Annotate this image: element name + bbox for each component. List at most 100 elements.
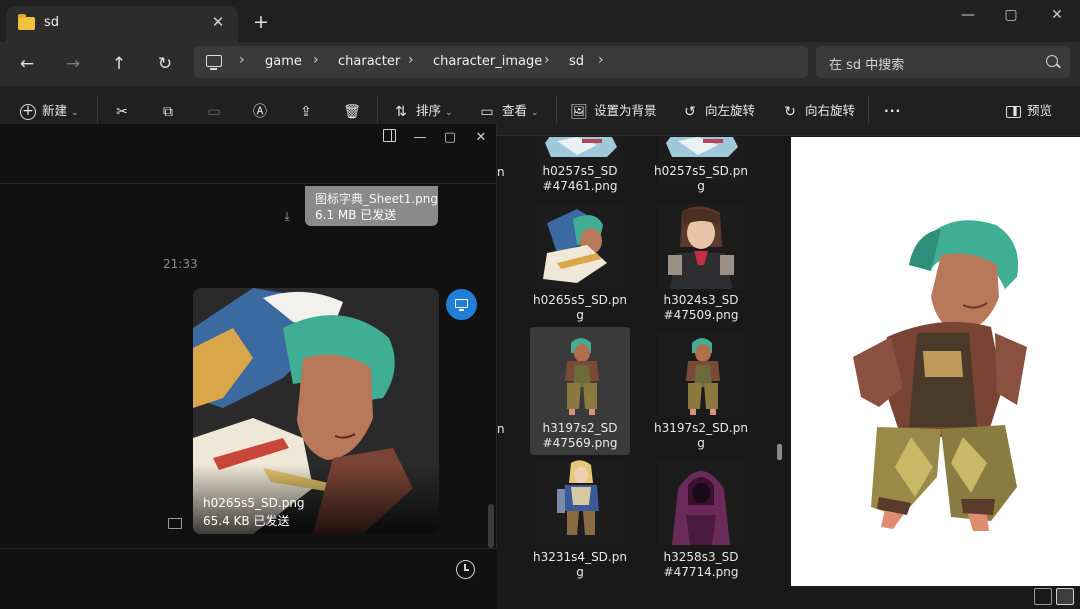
close-window-button[interactable]: ✕ [1042,6,1072,24]
chevron-down-icon: ⌄ [531,108,539,118]
obscured-filename-fragment: n [497,165,505,179]
refresh-button[interactable]: ↻ [151,50,179,78]
chevron-right-icon[interactable]: › [598,52,604,68]
file-item[interactable]: h3024s3_SD #47509.png [651,203,751,331]
back-button[interactable]: ← [13,50,41,78]
up-button[interactable]: ↑ [105,50,133,78]
obscured-filename-fragment: n [497,422,505,436]
file-name: h3231s4_SD.pn g [533,550,627,579]
this-pc-icon[interactable] [206,55,222,70]
image-message-status: 65.4 KB 已发送 [203,514,290,528]
chat-scrollbar[interactable] [488,504,494,548]
chat-header: — ▢ ✕ [0,124,497,184]
image-message[interactable]: h0265s5_SD.png 65.4 KB 已发送 [193,288,439,534]
search-placeholder: 在 sd 中搜索 [829,58,905,73]
tab-title: sd [44,15,60,30]
file-message[interactable]: 图标字典_Sheet1.png 6.1 MB 已发送 [305,186,438,226]
breadcrumb-character-image[interactable]: character_image [433,54,542,69]
file-name: h3197s2_SD.pn g [654,421,748,450]
chevron-right-icon[interactable]: › [408,52,414,68]
share-icon: ⇪ [300,103,312,120]
view-icon: ▭ [480,103,494,120]
file-name: h3258s3_SD #47714.png [663,550,739,579]
file-name: h0257s5_SD #47461.png [542,164,618,193]
chat-input-bar [0,548,497,609]
maximize-button[interactable]: ▢ [996,6,1026,24]
preview-pane-icon: ▐ [1006,105,1021,118]
status-bar [497,586,1080,609]
search-icon[interactable] [1046,55,1058,67]
file-thumbnail [658,203,744,289]
file-name: h3024s3_SD #47509.png [663,293,739,322]
history-clock-icon[interactable] [456,560,475,579]
rename-button[interactable]: Ⓐ [251,100,275,122]
ellipsis-icon: ··· [884,103,902,118]
rotate-left-icon: ↺ [684,103,696,120]
avatar[interactable] [446,289,477,320]
file-name: h0257s5_SD.pn g [654,164,748,193]
preview-pane-button[interactable]: ▐ 预览 [1006,100,1052,122]
preview-image [791,137,1080,586]
image-message-name: h0265s5_SD.png [203,496,305,510]
breadcrumb[interactable]: › game › character › character_image › s… [194,46,808,78]
rotate-left-button[interactable]: ↺ 向左旋转 [681,100,755,122]
breadcrumb-game[interactable]: game [265,54,302,69]
message-timestamp: 21:33 [163,257,198,271]
divider [377,96,378,124]
new-tab-button[interactable]: + [250,12,272,34]
sort-label: 排序 [416,103,442,118]
minimize-button[interactable]: — [953,6,983,24]
paste-button[interactable]: ▭ [205,100,229,122]
share-button[interactable]: ⇪ [297,100,321,122]
large-icons-view-button[interactable] [1056,588,1074,605]
preview-pane [791,137,1080,586]
download-icon[interactable]: ⤓ [277,206,297,226]
sidebar-toggle-icon[interactable] [383,129,396,142]
file-item[interactable]: h3258s3_SD #47714.png [651,459,751,587]
set-background-button[interactable]: 🖼 设置为背景 [570,100,657,122]
breadcrumb-sd[interactable]: sd [569,54,584,69]
chevron-right-icon[interactable]: › [544,52,550,68]
file-name: h0265s5_SD.pn g [533,293,627,322]
view-button[interactable]: ▭ 查看 ⌄ [478,100,539,122]
rotate-right-button[interactable]: ↻ 向右旋转 [781,100,855,122]
rotate-right-icon: ↻ [784,103,796,120]
image-icon: 🖼 [570,103,588,120]
file-thumbnail [537,459,623,545]
minimize-button[interactable]: — [408,127,432,149]
copy-button[interactable]: ⧉ [159,100,183,122]
search-input[interactable]: 在 sd 中搜索 [816,46,1070,78]
monitor-icon [455,299,468,311]
open-folder-icon[interactable] [168,518,182,529]
maximize-button[interactable]: ▢ [438,127,462,149]
more-options-button[interactable]: ··· [884,100,901,122]
plus-circle-icon: + [20,103,36,120]
new-button[interactable]: + 新建 ⌄ [20,100,79,122]
delete-button[interactable]: 🗑 [343,100,367,122]
details-view-button[interactable] [1034,588,1052,605]
forward-button[interactable]: → [59,50,87,78]
folder-icon [18,14,35,30]
close-button[interactable]: ✕ [469,127,493,149]
breadcrumb-character[interactable]: character [338,54,400,69]
chevron-down-icon: ⌄ [71,108,79,118]
chevron-right-icon[interactable]: › [313,52,319,68]
tab-sd[interactable]: sd ✕ [6,6,238,42]
file-item-selected[interactable]: h3197s2_SD #47569.png [530,327,630,455]
file-item[interactable]: h0265s5_SD.pn g [530,203,630,331]
title-bar: sd ✕ + — ▢ ✕ [0,0,1080,42]
file-item[interactable]: h3197s2_SD.pn g [651,327,751,455]
cut-button[interactable]: ✂ [113,100,137,122]
sort-button[interactable]: ⇅ 排序 ⌄ [392,100,453,122]
file-list: n n h0257s5_SD #47461.png h0257s5_SD.pn … [497,137,791,609]
set-background-label: 设置为背景 [594,103,657,118]
file-item[interactable]: h3231s4_SD.pn g [530,459,630,587]
file-list-scrollbar[interactable] [777,444,782,460]
divider [97,96,98,124]
preview-label: 预览 [1027,103,1053,118]
chevron-right-icon[interactable]: › [239,52,245,68]
chevron-down-icon: ⌄ [445,108,453,118]
chat-window: — ▢ ✕ 图标字典_Sheet1.png 6.1 MB 已发送 ⤓ 21:33… [0,124,497,609]
file-thumbnail [658,459,744,545]
close-tab-button[interactable]: ✕ [208,12,228,32]
